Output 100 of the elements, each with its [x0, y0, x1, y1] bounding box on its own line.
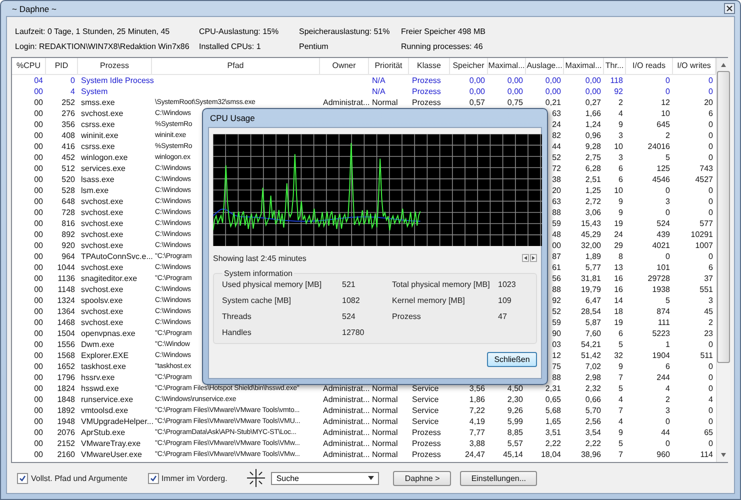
- table-cell: 12: [661, 96, 670, 108]
- table-cell: 00: [34, 404, 43, 416]
- table-cell: 48: [552, 228, 561, 240]
- table-cell: Service: [412, 394, 439, 405]
- table-cell: 0: [708, 416, 713, 427]
- column-header[interactable]: Owner: [320, 58, 369, 74]
- table-cell: 7,60: [585, 328, 601, 339]
- table-cell: 4: [618, 394, 623, 405]
- table-cell: 5: [618, 382, 623, 394]
- table-cell: 00: [34, 130, 43, 141]
- table-cell: 1948: [57, 416, 75, 427]
- field-label: Used physical memory [MB]: [222, 280, 323, 289]
- table-cell: 0,96: [585, 130, 601, 141]
- table-cell: 2,72: [585, 196, 601, 207]
- table-cell: 32,00: [580, 240, 601, 251]
- table-cell: 59: [552, 218, 561, 229]
- table-cell: 5223: [652, 328, 670, 339]
- table-cell: 00: [34, 250, 43, 262]
- scroll-down-icon[interactable]: [720, 451, 727, 460]
- table-cell: 00: [34, 306, 43, 317]
- column-header[interactable]: Maximal...: [488, 58, 526, 74]
- column-header[interactable]: I/O reads: [626, 58, 673, 74]
- column-header[interactable]: Thr...: [604, 58, 626, 74]
- scroll-up-icon[interactable]: [720, 60, 727, 69]
- checkbox-label[interactable]: Immer im Vorderg.: [162, 474, 228, 483]
- table-cell: 0: [708, 382, 713, 394]
- table-cell: 3,06: [585, 206, 601, 218]
- table-cell: 9: [618, 360, 623, 372]
- crosshair-icon[interactable]: [247, 469, 266, 488]
- table-cell: 4546: [652, 174, 670, 185]
- table-cell: 4021: [652, 240, 670, 251]
- table-cell: svchost.exe: [81, 262, 124, 273]
- column-header[interactable]: Priorität: [369, 58, 409, 74]
- table-cell: 114: [700, 448, 713, 460]
- table-cell: Normal: [372, 96, 398, 108]
- field-label: Prozess: [392, 312, 422, 321]
- table-cell: svchost.exe: [81, 218, 124, 229]
- group-title: System information: [223, 268, 294, 278]
- caret-icon[interactable]: [368, 476, 374, 480]
- table-cell: 0: [708, 74, 713, 86]
- table-cell: 3,51: [545, 426, 561, 438]
- column-header[interactable]: Pfad: [152, 58, 320, 74]
- info-text: Installed CPUs: 1: [199, 42, 262, 53]
- field-label: Threads: [222, 312, 252, 321]
- table-cell: 439: [656, 228, 670, 240]
- table-cell: Administrat...: [323, 394, 370, 405]
- table-cell: svchost.exe: [81, 228, 124, 240]
- column-header[interactable]: Prozess: [78, 58, 152, 74]
- table-cell: 3: [666, 196, 670, 207]
- table-cell: 45,29: [580, 228, 601, 240]
- table-cell: 16: [614, 284, 623, 295]
- search-dropdown[interactable]: Suche: [271, 472, 380, 485]
- table-cell: 1556: [57, 338, 75, 350]
- table-cell: 111: [658, 316, 670, 328]
- table-cell: 00: [34, 272, 43, 284]
- scroll-left-button[interactable]: [522, 254, 529, 262]
- close-dialog-button[interactable]: Schließen: [487, 352, 537, 367]
- table-cell: 5,57: [507, 438, 523, 449]
- table-cell: 56: [552, 272, 561, 284]
- column-header[interactable]: Maximal...: [564, 58, 604, 74]
- table-cell: 2,22: [545, 438, 561, 449]
- table-cell: 1848: [57, 394, 75, 405]
- table-cell: 0,00: [469, 74, 485, 86]
- table-cell: 1,24: [585, 118, 601, 130]
- table-cell: 45,14: [502, 448, 523, 460]
- table-cell: 4527: [695, 174, 713, 185]
- checkbox-label[interactable]: Vollst. Pfad und Argumente: [31, 474, 128, 483]
- table-cell: 88: [552, 284, 561, 295]
- table-cell: 5,70: [585, 404, 601, 416]
- table-cell: 648: [62, 196, 75, 207]
- info-text: Speicherauslastung: 51%: [299, 27, 391, 38]
- table-cell: 00: [34, 294, 43, 306]
- column-header[interactable]: PID: [46, 58, 78, 74]
- table-cell: 6,28: [585, 162, 601, 174]
- table-cell: 5,77: [585, 262, 601, 273]
- toolbar-button[interactable]: Daphne >: [393, 470, 452, 486]
- column-header[interactable]: Speicher: [450, 58, 488, 74]
- table-cell: 9: [618, 118, 623, 130]
- table-cell: 00: [34, 140, 43, 152]
- table-cell: 13: [614, 262, 623, 273]
- toolbar-button[interactable]: Einstellungen...: [460, 470, 538, 486]
- field-value: 47: [498, 312, 508, 321]
- close-button[interactable]: [724, 3, 735, 14]
- table-cell: 512: [62, 162, 75, 174]
- scroll-right-button[interactable]: [530, 254, 537, 262]
- scrollbar[interactable]: [716, 58, 730, 462]
- table-cell: 00: [34, 108, 43, 119]
- table-cell: 0: [666, 206, 670, 218]
- column-header[interactable]: Klasse: [409, 58, 450, 74]
- table-cell: 2,75: [585, 152, 601, 163]
- checkbox[interactable]: [17, 472, 28, 484]
- column-header[interactable]: Auslage...: [526, 58, 564, 74]
- checkbox[interactable]: [148, 472, 159, 484]
- column-header[interactable]: %CPU: [12, 58, 46, 74]
- table-cell: 38,96: [580, 448, 601, 460]
- table-cell: 3: [666, 404, 670, 416]
- table-cell: 65: [704, 426, 713, 438]
- table-cell: 101: [656, 262, 670, 273]
- table-cell: 61: [552, 262, 561, 273]
- table-cell: 45: [704, 306, 713, 317]
